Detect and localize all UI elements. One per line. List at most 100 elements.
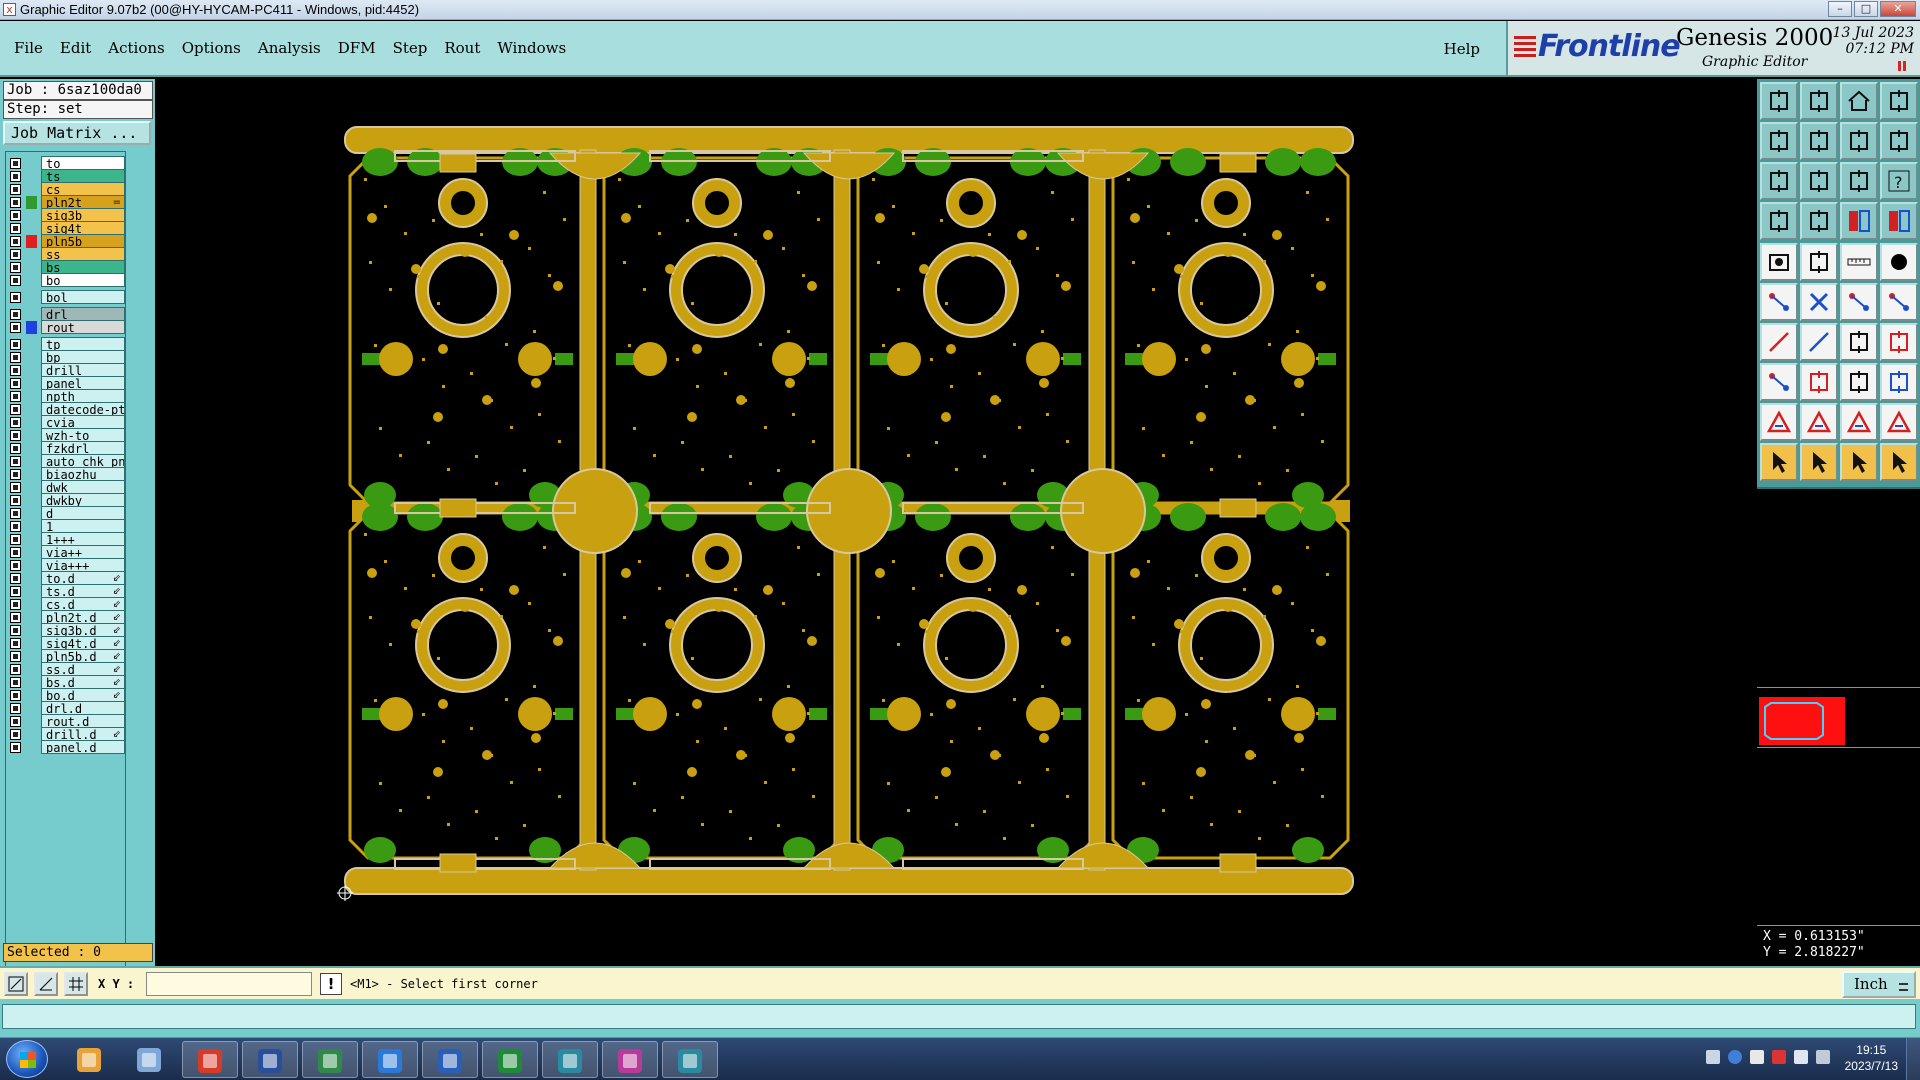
overview-thumbnail[interactable] <box>1757 695 1920 815</box>
layer-name[interactable]: panel.d <box>41 740 125 754</box>
select-arrow-3-icon[interactable] <box>1840 443 1878 481</box>
layer-name[interactable]: bo.d ⇙ <box>41 688 125 702</box>
grid-snap-icon[interactable] <box>64 972 88 996</box>
layer-name[interactable]: biaozhu <box>41 467 125 481</box>
snapshot-icon[interactable] <box>1760 243 1798 281</box>
layer-checkbox[interactable] <box>10 262 21 273</box>
layer-checkbox[interactable] <box>10 171 21 182</box>
add-shape-icon[interactable] <box>1800 243 1838 281</box>
layer-checkbox[interactable] <box>10 547 21 558</box>
layer-checkbox[interactable] <box>10 404 21 415</box>
layer-name[interactable]: drill <box>41 363 125 377</box>
show-desktop-button[interactable] <box>1906 1038 1920 1080</box>
layer-row-bol[interactable]: bol <box>8 290 125 304</box>
eye-app-icon[interactable] <box>542 1041 598 1078</box>
slash-blue-icon[interactable] <box>1800 323 1838 361</box>
layer-row-cs.d[interactable]: cs.d ⇙ <box>8 597 125 611</box>
fit-all-icon[interactable] <box>1760 162 1798 200</box>
one-to-two-icon[interactable] <box>1840 162 1878 200</box>
layer-name[interactable]: sig4t <box>41 221 125 235</box>
layer-row-ss[interactable]: ss <box>8 247 125 261</box>
layer-name[interactable]: to <box>41 156 125 170</box>
layer-name[interactable]: cs <box>41 182 125 196</box>
layer-name[interactable]: bs.d ⇙ <box>41 675 125 689</box>
grid-icon[interactable] <box>1800 202 1838 240</box>
layer-name[interactable]: cs.d ⇙ <box>41 597 125 611</box>
layer-checkbox[interactable] <box>10 703 21 714</box>
layer-row-dwkby[interactable]: dwkby <box>8 493 125 507</box>
help-icon[interactable] <box>1728 1050 1742 1064</box>
layer-name[interactable]: bo <box>41 273 125 287</box>
layer-row-rout.d[interactable]: rout.d <box>8 714 125 728</box>
p-app-icon[interactable] <box>302 1041 358 1078</box>
connect-nodes-icon[interactable] <box>1760 283 1798 321</box>
layer-checkbox[interactable] <box>10 378 21 389</box>
layer-name[interactable]: ss <box>41 247 125 261</box>
layer-row-npth[interactable]: npth <box>8 389 125 403</box>
layer-checkbox[interactable] <box>10 742 21 753</box>
layer-checkbox[interactable] <box>10 508 21 519</box>
layer-row-via+++[interactable]: via+++ <box>8 558 125 572</box>
pause-icon[interactable] <box>1898 61 1906 71</box>
line-node-icon[interactable] <box>1840 283 1878 321</box>
layer-row-to.d[interactable]: to.d ⇙ <box>8 571 125 585</box>
layer-row-bo.d[interactable]: bo.d ⇙ <box>8 688 125 702</box>
layer-name[interactable]: bs <box>41 260 125 274</box>
security-flag-icon[interactable] <box>1772 1050 1786 1064</box>
layer-row-cs[interactable]: cs <box>8 182 125 196</box>
layer-name[interactable]: dwk <box>41 480 125 494</box>
shell-icon[interactable] <box>62 1041 118 1078</box>
layer-name[interactable]: pln2t.d ⇙ <box>41 610 125 624</box>
window-split-icon[interactable] <box>1880 82 1918 120</box>
layer-checkbox[interactable] <box>10 322 21 333</box>
triangle-a2-icon[interactable] <box>1840 403 1878 441</box>
layer-row-bs.d[interactable]: bs.d ⇙ <box>8 675 125 689</box>
layer-name[interactable]: sig4t.d ⇙ <box>41 636 125 650</box>
layer-row-rout[interactable]: rout <box>8 320 125 334</box>
layer-checkbox[interactable] <box>10 417 21 428</box>
copy-left-icon[interactable] <box>1760 122 1798 160</box>
layer-name[interactable]: dwkby <box>41 493 125 507</box>
layer-checkbox[interactable] <box>10 223 21 234</box>
layer-name[interactable]: drl <box>41 307 125 321</box>
layer-name[interactable]: ts.d ⇙ <box>41 584 125 598</box>
layer-checkbox[interactable] <box>10 309 21 320</box>
layer-name[interactable]: drl.d <box>41 701 125 715</box>
layer-checkbox[interactable] <box>10 560 21 571</box>
arrow-app-icon[interactable] <box>362 1041 418 1078</box>
layer-checkbox[interactable] <box>10 612 21 623</box>
layer-checkbox[interactable] <box>10 236 21 247</box>
layer-checkbox[interactable] <box>10 586 21 597</box>
swap-icon[interactable] <box>1840 122 1878 160</box>
layers-both-icon[interactable] <box>1880 202 1918 240</box>
layer-checkbox[interactable] <box>10 275 21 286</box>
layer-row-pln2t[interactable]: pln2t = <box>8 195 125 209</box>
layer-row-ss.d[interactable]: ss.d ⇙ <box>8 662 125 676</box>
layer-row-drill[interactable]: drill <box>8 363 125 377</box>
ruler-icon[interactable] <box>1840 243 1878 281</box>
layer-checkbox[interactable] <box>10 197 21 208</box>
menu-rout[interactable]: Rout <box>444 39 480 57</box>
slash-red-icon[interactable] <box>1760 323 1798 361</box>
layer-row-datecode-pt[interactable]: datecode-pt <box>8 402 125 416</box>
home-icon[interactable] <box>1840 82 1878 120</box>
zoom-page-icon[interactable] <box>1800 162 1838 200</box>
display-icon[interactable] <box>1816 1050 1830 1064</box>
network-icon[interactable] <box>1750 1050 1764 1064</box>
layer-row-1+++[interactable]: 1+++ <box>8 532 125 546</box>
close-button[interactable]: ✕ <box>1880 1 1916 17</box>
layer-checkbox[interactable] <box>10 573 21 584</box>
layer-checkbox[interactable] <box>10 534 21 545</box>
zoom-box-icon[interactable] <box>4 972 28 996</box>
layer-name[interactable]: ts <box>41 169 125 183</box>
layer-name[interactable]: 1+++ <box>41 532 125 546</box>
layer-row-dwk[interactable]: dwk <box>8 480 125 494</box>
layer-row-bo[interactable]: bo <box>8 273 125 287</box>
menu-step[interactable]: Step <box>393 39 428 57</box>
alert-icon[interactable]: ! <box>320 973 342 995</box>
start-button[interactable] <box>6 1040 48 1078</box>
overview-map[interactable] <box>1757 487 1920 927</box>
help-query-icon[interactable]: ? <box>1880 162 1918 200</box>
layer-row-pln5b[interactable]: pln5b <box>8 234 125 248</box>
pan-icon[interactable] <box>1760 202 1798 240</box>
